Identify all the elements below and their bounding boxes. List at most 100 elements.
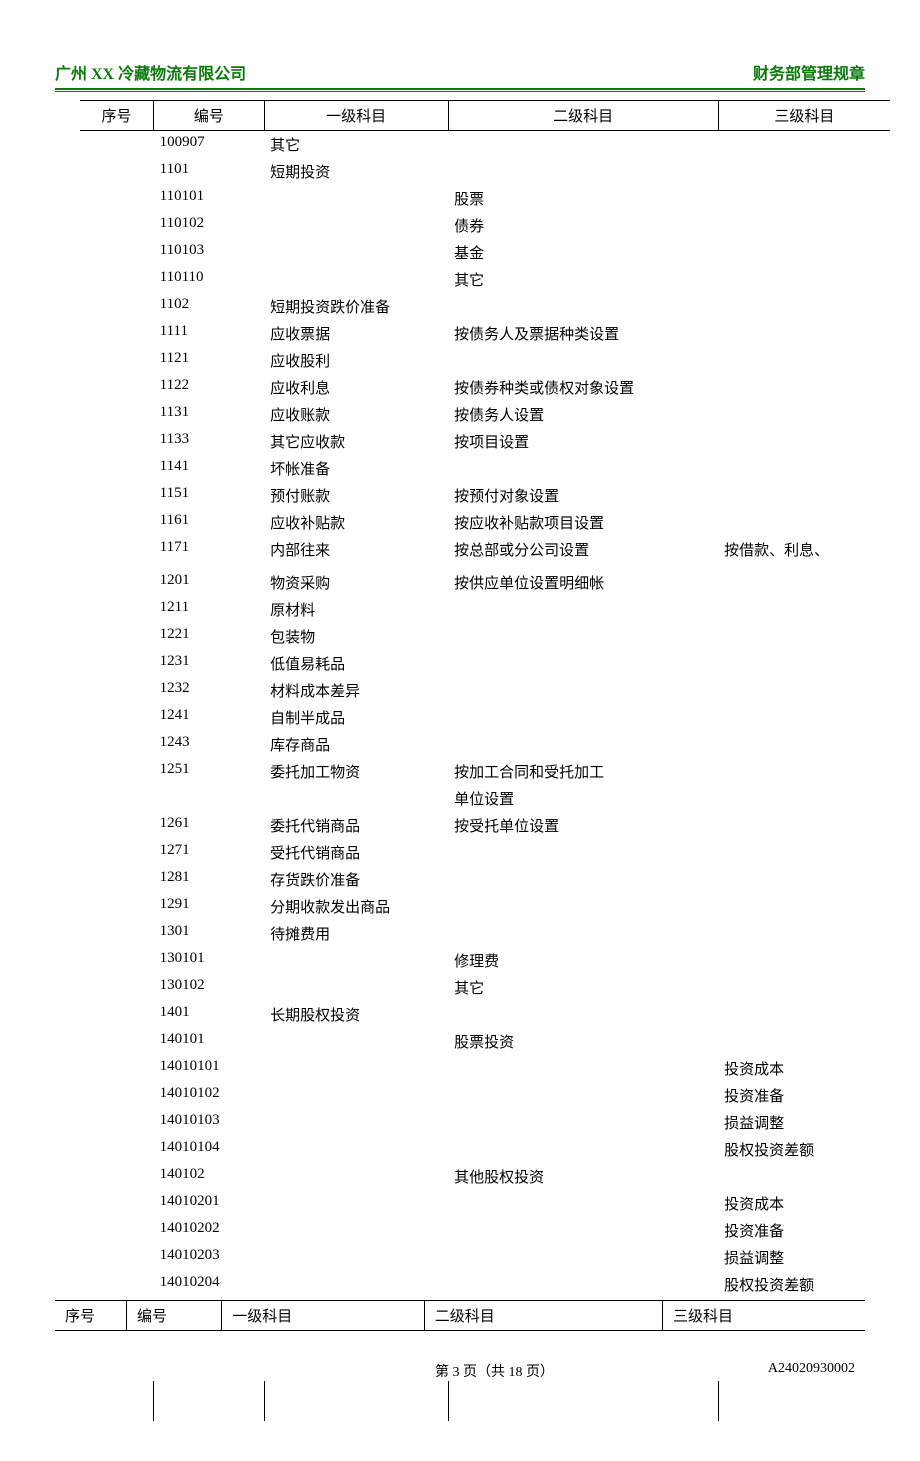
cell-l1: 库存商品 [264,731,448,758]
table-row: 140102其他股权投资 [80,1163,890,1190]
cell-code [154,785,264,812]
cell-code: 1401 [154,1001,264,1028]
cell-l1 [264,1055,448,1082]
cell-l2 [448,704,718,731]
cell-code: 14010104 [154,1136,264,1163]
cell-code: 1102 [154,293,264,320]
cell-code: 14010102 [154,1082,264,1109]
cell-l2: 按受托单位设置 [448,812,718,839]
table-row: 1232材料成本差异 [80,677,890,704]
cell-l1: 其它应收款 [264,428,448,455]
cell-l1 [264,1136,448,1163]
table-row: 1291分期收款发出商品 [80,893,890,920]
cell-l1: 存货跌价准备 [264,866,448,893]
cell-l2 [448,1217,718,1244]
cell-l1: 受托代销商品 [264,839,448,866]
cell-seq [80,596,154,623]
cell-l3 [718,947,890,974]
cell-seq [80,293,154,320]
cell-l2 [448,596,718,623]
cell-code: 1291 [154,893,264,920]
page-header: 广州 XX 冷藏物流有限公司 财务部管理规章 [55,60,865,90]
cell-l1: 待摊费用 [264,920,448,947]
table-row: 1241自制半成品 [80,704,890,731]
cell-l1: 应收票据 [264,320,448,347]
cell-l2: 按加工合同和受托加工 [448,758,718,785]
cell-seq [80,320,154,347]
table-row: 1281存货跌价准备 [80,866,890,893]
cell-l3 [718,266,890,293]
extra-grid-lines [80,1381,890,1421]
page-number: 第 3 页（共 18 页） [435,1361,554,1381]
table-row: 1301待摊费用 [80,920,890,947]
cell-code: 1231 [154,650,264,677]
cell-code: 14010201 [154,1190,264,1217]
cell-l1 [264,947,448,974]
cell-l2 [448,1190,718,1217]
cell-l2: 按债务人设置 [448,401,718,428]
table-row: 1171内部往来按总部或分公司设置按借款、利息、 [80,536,890,563]
cell-seq [80,482,154,509]
cell-l1 [264,1028,448,1055]
cell-l3: 按借款、利息、 [718,536,890,563]
cell-l1: 自制半成品 [264,704,448,731]
cell-l1 [264,1190,448,1217]
cell-l1: 应收股利 [264,347,448,374]
table-row: 1121应收股利 [80,347,890,374]
cell-l2 [448,1109,718,1136]
table-row: 1122应收利息按债券种类或债权对象设置 [80,374,890,401]
cell-l2 [448,1082,718,1109]
cell-l3 [718,320,890,347]
cell-l1: 应收账款 [264,401,448,428]
table-body: 100907其它1101短期投资110101股票110102债券110103基金… [80,131,890,1299]
cell-code: 110101 [154,185,264,212]
cell-l1: 材料成本差异 [264,677,448,704]
cell-seq [80,650,154,677]
cell-l3 [718,623,890,650]
cell-l2 [448,866,718,893]
cell-seq [80,428,154,455]
table-row: 1201物资采购按供应单位设置明细帐 [80,569,890,596]
cell-l1 [264,185,448,212]
table-row: 1133其它应收款按项目设置 [80,428,890,455]
cell-l2 [448,839,718,866]
cell-l3 [718,650,890,677]
col-level3-header: 三级科目 [718,101,890,131]
table-row: 100907其它 [80,131,890,159]
cell-l3 [718,785,890,812]
cell-l2: 按债券种类或债权对象设置 [448,374,718,401]
table-row: 14010201投资成本 [80,1190,890,1217]
cell-l2: 按预付对象设置 [448,482,718,509]
table-row: 1102短期投资跌价准备 [80,293,890,320]
cell-seq [80,185,154,212]
cell-seq [80,677,154,704]
cell-l1 [264,1109,448,1136]
cell-l2 [448,455,718,482]
cell-code: 1151 [154,482,264,509]
cell-l3: 投资准备 [718,1082,890,1109]
cell-seq [80,1244,154,1271]
cell-seq [80,1055,154,1082]
cell-l1 [264,1163,448,1190]
col-code-header: 编号 [154,101,264,131]
cell-l1: 分期收款发出商品 [264,893,448,920]
cell-l2 [448,1136,718,1163]
cell-l2: 按应收补贴款项目设置 [448,509,718,536]
cell-seq [80,536,154,563]
cell-code: 14010103 [154,1109,264,1136]
table-row: 1211原材料 [80,596,890,623]
cell-code: 1171 [154,536,264,563]
cell-code: 1281 [154,866,264,893]
table-row: 1141坏帐准备 [80,455,890,482]
table-row: 1261委托代销商品按受托单位设置 [80,812,890,839]
cell-l1: 应收利息 [264,374,448,401]
cell-seq [80,893,154,920]
cell-l3 [718,347,890,374]
cell-l3 [718,596,890,623]
cell-l2: 其他股权投资 [448,1163,718,1190]
table-row: 110101股票 [80,185,890,212]
cell-l3 [718,866,890,893]
cell-code: 14010101 [154,1055,264,1082]
table-row: 130101修理费 [80,947,890,974]
cell-l2: 其它 [448,266,718,293]
